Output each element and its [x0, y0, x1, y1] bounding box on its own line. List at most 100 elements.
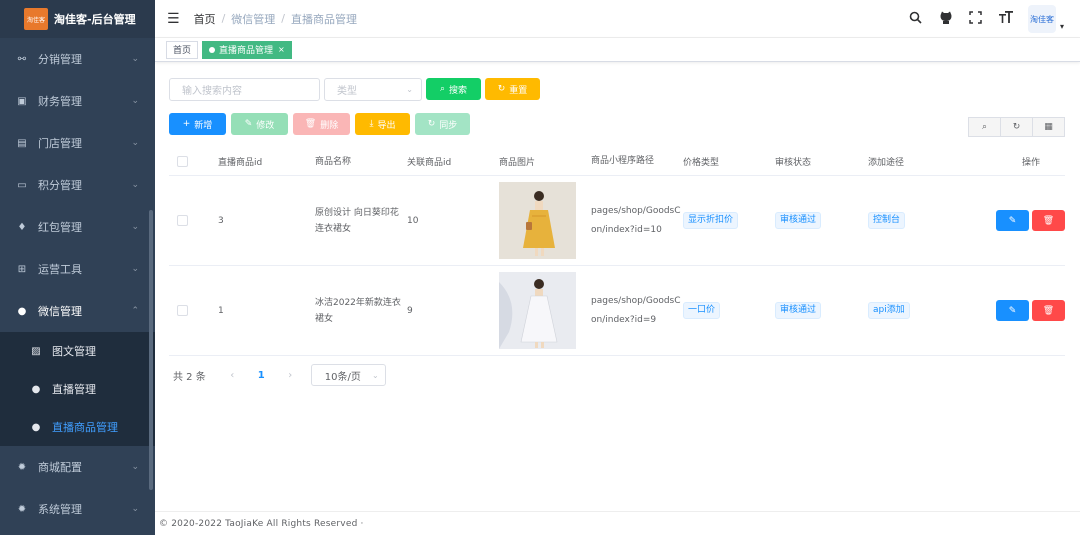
sidebar-scrollbar[interactable]	[149, 210, 153, 490]
product-image[interactable]	[499, 272, 576, 349]
select-all-cell	[169, 156, 218, 167]
button-label: 新增	[194, 120, 213, 131]
wechat-icon: ●	[31, 421, 41, 433]
breadcrumb-home[interactable]: 首页	[194, 11, 216, 27]
sidebar-item-label: 分销管理	[38, 53, 82, 66]
row-delete-button[interactable]: 🗑	[1032, 210, 1065, 231]
avatar[interactable]: 淘佳客	[1027, 5, 1056, 33]
sidebar-item-mall-config[interactable]: ✹ 商城配置 ⌄	[0, 446, 155, 488]
pagination: 共 2 条 ‹ 1 › 10条/页 ⌄	[173, 364, 386, 386]
row-checkbox[interactable]	[177, 215, 188, 226]
page-number[interactable]: 1	[247, 370, 276, 381]
button-label: 搜索	[449, 85, 468, 96]
table-row[interactable]: 1 冰洁2022年新款连衣裙女 9 pages/shop/GoodsCon/in…	[169, 266, 1065, 356]
add-button[interactable]: + 新增	[169, 113, 226, 135]
app-logo[interactable]: 淘佳客 淘佳客-后台管理	[0, 0, 155, 38]
cell-name: 冰洁2022年新款连衣裙女	[315, 297, 401, 324]
button-label: 修改	[256, 120, 275, 131]
fullscreen-icon[interactable]	[968, 10, 984, 28]
button-label: 同步	[439, 120, 458, 131]
edit-icon: ✎	[244, 119, 253, 129]
tag-home[interactable]: 首页	[166, 40, 199, 59]
chevron-down-icon: ⌄	[131, 180, 139, 190]
sidebar-item-label: 红包管理	[38, 221, 82, 234]
sidebar-item-label: 财务管理	[38, 95, 82, 108]
row-delete-button[interactable]: 🗑	[1032, 300, 1065, 321]
chevron-down-icon: ⌄	[131, 138, 139, 148]
cell-id: 3	[218, 215, 224, 226]
refresh-button[interactable]: ↻	[1000, 117, 1033, 137]
sidebar-item-distribution[interactable]: ⚯ 分销管理 ⌄	[0, 38, 155, 80]
grid-icon: ▦	[1044, 122, 1053, 132]
next-page-icon[interactable]: ›	[276, 370, 305, 381]
edit-button[interactable]: ✎ 修改	[231, 113, 288, 135]
breadcrumb-current: 直播商品管理	[291, 12, 357, 26]
caret-down-icon[interactable]: ▾	[1060, 22, 1064, 31]
status-badge: 审核通过	[775, 212, 822, 229]
sidebar-item-operations[interactable]: ⊞ 运营工具 ⌄	[0, 248, 155, 290]
sidebar-subitem-image-text[interactable]: ▨ 图文管理	[0, 332, 155, 370]
row-select-cell	[169, 305, 218, 316]
image-text-icon: ▨	[31, 345, 41, 357]
close-icon[interactable]: ×	[278, 45, 285, 54]
sidebar-item-wechat[interactable]: ● 微信管理 ⌃	[0, 290, 155, 332]
via-badge: api添加	[868, 302, 910, 319]
prev-page-icon[interactable]: ‹	[218, 370, 247, 381]
sidebar-subitem-live-goods[interactable]: ● 直播商品管理	[0, 408, 155, 446]
sidebar-item-points[interactable]: ▭ 积分管理 ⌄	[0, 164, 155, 206]
sidebar-item-label: 微信管理	[38, 305, 82, 318]
row-edit-button[interactable]: ✎	[996, 300, 1029, 321]
export-button[interactable]: ⤓ 导出	[355, 113, 410, 135]
menu-toggle-icon[interactable]: ☰	[167, 11, 180, 27]
font-size-icon[interactable]	[998, 10, 1014, 28]
cell-image	[499, 272, 591, 349]
download-icon: ⤓	[369, 119, 374, 129]
chevron-down-icon: ⌄	[131, 504, 139, 514]
type-select[interactable]: 类型 ⌄	[324, 78, 422, 101]
cell-status: 审核通过	[775, 302, 868, 319]
search-icon[interactable]	[908, 11, 924, 28]
main-content: 输入搜索内容 类型 ⌄ ⌕ 搜索 ↻ 重置 + 新增 ✎ 修改 🗑 删除 ⤓ 导出 ↻ 同步 …	[155, 62, 1080, 513]
columns-button[interactable]: ▦	[1032, 117, 1065, 137]
breadcrumb-wechat: 微信管理	[231, 12, 276, 26]
trash-icon: 🗑	[1042, 215, 1055, 226]
sidebar-item-label: 运营工具	[38, 263, 82, 276]
github-icon[interactable]	[938, 11, 954, 28]
tags-view: 首页 直播商品管理 ×	[155, 38, 1080, 62]
sidebar-item-store[interactable]: ▤ 门店管理 ⌄	[0, 122, 155, 164]
row-edit-button[interactable]: ✎	[996, 210, 1029, 231]
sidebar-item-redpacket[interactable]: ♦ 红包管理 ⌄	[0, 206, 155, 248]
reset-button[interactable]: ↻ 重置	[485, 78, 540, 100]
page-size-select[interactable]: 10条/页 ⌄	[310, 364, 386, 386]
search-button[interactable]: ⌕ 搜索	[426, 78, 481, 100]
table-row[interactable]: 3 原创设计 向日葵印花连衣裙女 10 pages/shop/GoodsCon/…	[169, 176, 1065, 266]
delete-button[interactable]: 🗑 删除	[293, 113, 350, 135]
refresh-icon: ↻	[1012, 122, 1021, 132]
footer: © 2020-2022 TaoJiaKe All Rights Reserved…	[155, 511, 1080, 535]
redpacket-icon: ♦	[17, 221, 27, 233]
logo-icon: 淘佳客	[24, 8, 48, 30]
header-cell: 商品名称	[315, 156, 352, 167]
toggle-search-button[interactable]: ⌕	[968, 117, 1001, 137]
sidebar-subitem-live[interactable]: ● 直播管理	[0, 370, 155, 408]
cell-product-id: 9	[407, 305, 413, 316]
product-image[interactable]	[499, 182, 576, 259]
header-cell: 直播商品id	[218, 158, 263, 168]
header-tools: 淘佳客 ▾	[908, 0, 1064, 38]
sidebar-item-label: 积分管理	[38, 179, 82, 192]
sidebar-item-finance[interactable]: ▣ 财务管理 ⌄	[0, 80, 155, 122]
edit-icon: ✎	[1008, 215, 1017, 226]
table-tools: ⌕ ↻ ▦	[968, 117, 1065, 137]
select-all-checkbox[interactable]	[177, 156, 188, 167]
tag-live-goods[interactable]: 直播商品管理 ×	[202, 40, 292, 59]
sidebar-item-system[interactable]: ✹ 系统管理 ⌄	[0, 488, 155, 530]
breadcrumb-separator: /	[221, 12, 226, 25]
button-label: 删除	[320, 120, 339, 131]
search-input[interactable]: 输入搜索内容	[169, 78, 320, 101]
chevron-up-icon: ⌃	[131, 306, 139, 316]
chevron-down-icon: ⌄	[131, 264, 139, 274]
sync-button[interactable]: ↻ 同步	[415, 113, 470, 135]
row-checkbox[interactable]	[177, 305, 188, 316]
header-cell: 价格类型	[683, 158, 720, 168]
wechat-icon: ●	[31, 383, 41, 395]
